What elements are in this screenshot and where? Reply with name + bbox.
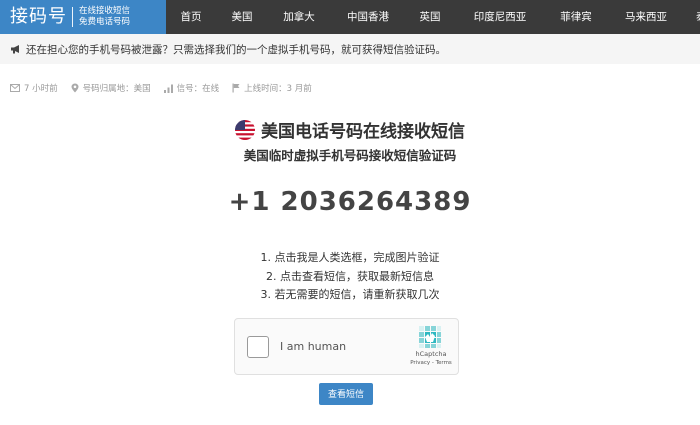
logo-title: 接码号: [10, 6, 67, 27]
page-title-text: 美国电话号码在线接收短信: [261, 122, 465, 142]
instruction-step-2: 2. 点击查看短信，获取最新短信息: [266, 269, 434, 283]
hcaptcha-widget: I am human hCaptcha Privacy - Terms: [234, 318, 459, 375]
notice-bar: 还在担心您的手机号码被泄露？只需选择我们的一个虚拟手机号码，就可获得短信验证码。: [0, 34, 700, 64]
nav-item-hongkong[interactable]: 中国香港: [330, 0, 406, 34]
meta-location-text: 号码归属地：美国: [82, 84, 151, 94]
flag-icon: [232, 83, 240, 93]
instruction-step-3: 3. 若无需要的短信，请重新获取几次: [260, 288, 440, 301]
page-subtitle: 美国临时虚拟手机号码接收短信验证码: [243, 148, 457, 163]
terms-link[interactable]: Terms: [436, 360, 452, 366]
human-checkbox-label: I am human: [280, 340, 347, 353]
privacy-link[interactable]: Privacy: [410, 360, 430, 366]
page-title: 美国电话号码在线接收短信: [0, 117, 700, 142]
logo-divider: [72, 7, 73, 27]
meta-online-since: 上线时间：3 月前: [232, 82, 312, 94]
meta-time: 7 小时前: [10, 82, 58, 94]
site-logo[interactable]: 接码号 在线接收短信 免费电话号码: [0, 0, 166, 34]
notice-text: 还在担心您的手机号码被泄露？只需选择我们的一个虚拟手机号码，就可获得短信验证码。: [26, 43, 446, 56]
nav-item-malaysia[interactable]: 马来西亚: [606, 0, 686, 34]
signal-bars-icon: [163, 84, 173, 93]
logo-subtitle-line2: 免费电话号码: [79, 17, 131, 27]
logo-subtitle: 在线接收短信 免费电话号码: [79, 6, 130, 28]
instruction-step-1: 1. 点击我是人类选框，完成图片验证: [260, 251, 440, 264]
meta-signal: 信号：在线: [163, 82, 220, 94]
us-flag-icon: [235, 119, 255, 140]
human-checkbox[interactable]: [247, 336, 269, 358]
nav-item-home[interactable]: 首页: [166, 0, 216, 34]
location-pin-icon: [71, 83, 79, 93]
nav-item-uk[interactable]: 英国: [406, 0, 454, 34]
top-navigation: 接码号 在线接收短信 免费电话号码 首页 美国 加拿大 中国香港 英国 印度尼西…: [0, 0, 700, 34]
hcaptcha-brand: hCaptcha: [415, 350, 447, 358]
hcaptcha-links: Privacy - Terms: [407, 360, 455, 366]
megaphone-icon: [11, 45, 19, 54]
meta-online-text: 上线时间：3 月前: [244, 84, 312, 94]
nav-item-philippines[interactable]: 菲律宾: [546, 0, 606, 34]
meta-signal-text: 信号：在线: [176, 84, 220, 94]
nav-item-thailand[interactable]: 泰国: [686, 0, 700, 34]
meta-time-text: 7 小时前: [24, 84, 58, 94]
number-meta: 7 小时前 号码归属地：美国 信号：在线 上线时间：3 月前: [10, 82, 325, 94]
phone-number: +1 2036264389: [228, 187, 472, 217]
logo-subtitle-line1: 在线接收短信: [79, 6, 131, 16]
view-sms-button[interactable]: 查看短信: [319, 383, 373, 405]
instructions: 1. 点击我是人类选框，完成图片验证 2. 点击查看短信，获取最新短信息 3. …: [0, 249, 700, 305]
envelope-icon: [10, 84, 20, 92]
nav-menu: 首页 美国 加拿大 中国香港 英国 印度尼西亚 菲律宾 马来西亚 泰国: [166, 0, 700, 34]
nav-item-canada[interactable]: 加拿大: [268, 0, 330, 34]
hcaptcha-logo-icon: [419, 326, 441, 348]
meta-location: 号码归属地：美国: [71, 82, 151, 94]
nav-item-usa[interactable]: 美国: [216, 0, 268, 34]
nav-item-indonesia[interactable]: 印度尼西亚: [454, 0, 546, 34]
